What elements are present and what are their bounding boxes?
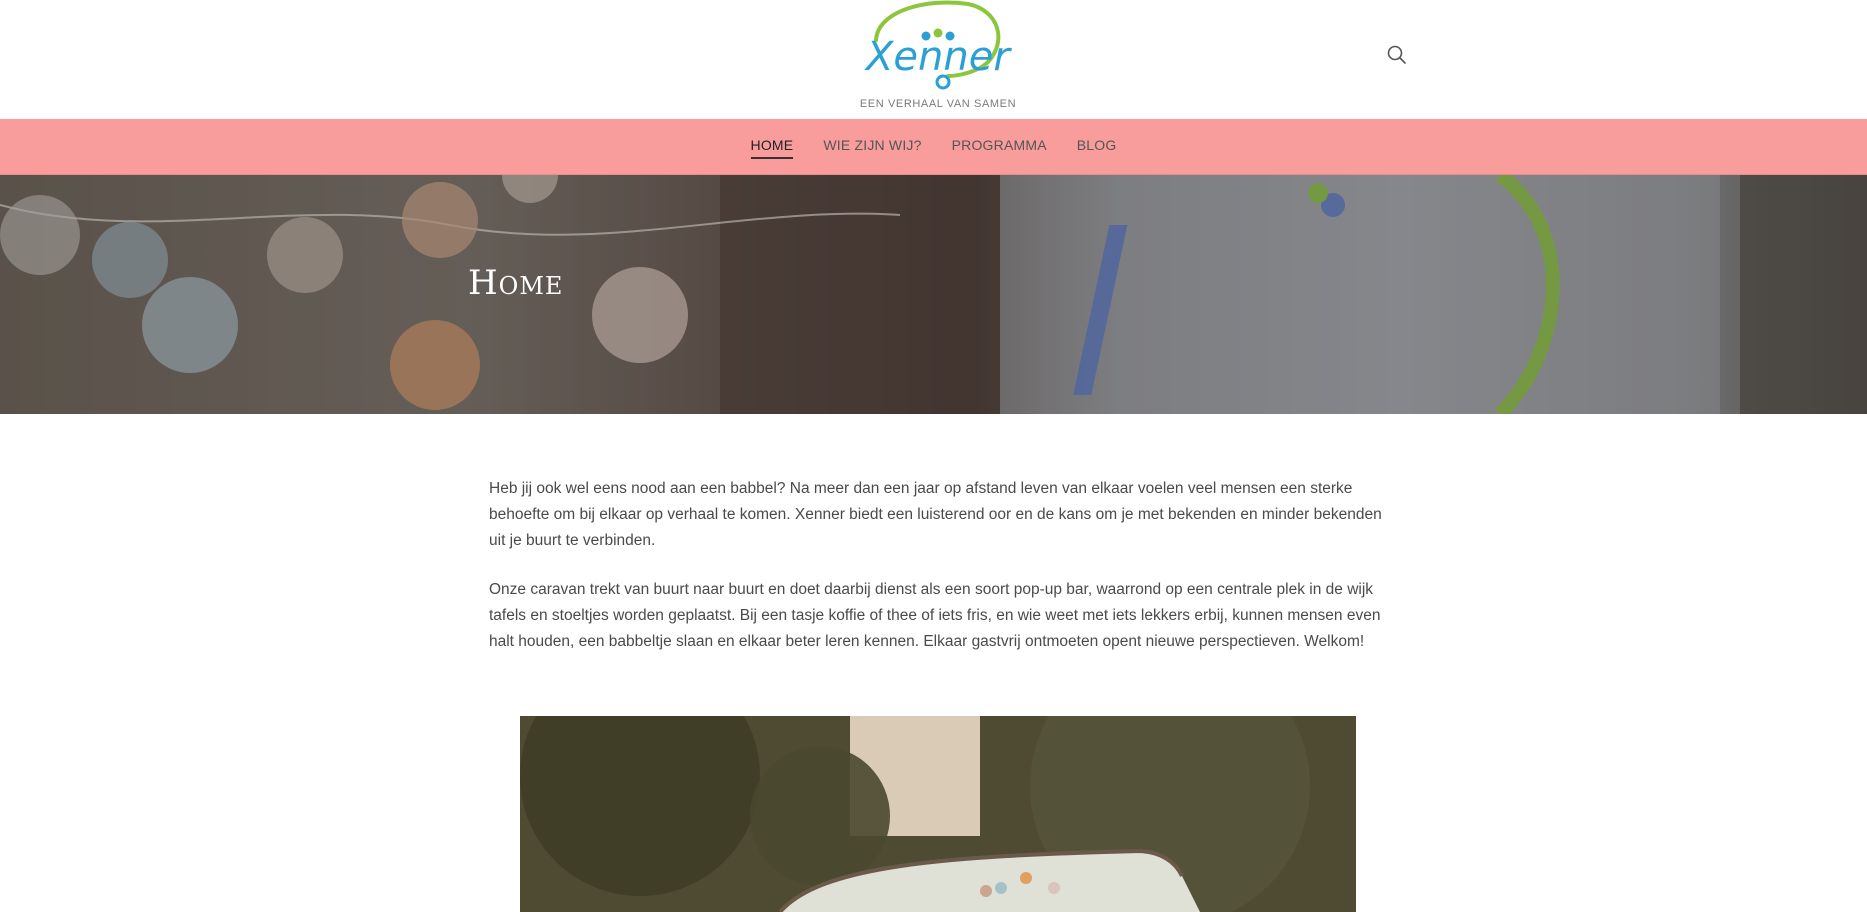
site-header: Xenner EEN VERHAAL VAN SAMEN (0, 0, 1867, 119)
nav-item-programma[interactable]: PROGRAMMA (952, 137, 1047, 159)
logo-tagline: EEN VERHAAL VAN SAMEN (859, 98, 1017, 110)
nav-item-wie-zijn-wij[interactable]: WIE ZIJN WIJ? (823, 137, 921, 159)
main-content: Heb jij ook wel eens nood aan een babbel… (489, 476, 1389, 678)
logo-wordmark: Xenner (864, 34, 1012, 80)
search-icon (1387, 45, 1406, 64)
nav-menu: HOME WIE ZIJN WIJ? PROGRAMMA BLOG (0, 137, 1867, 159)
nav-item-home[interactable]: HOME (750, 137, 794, 159)
hero-banner: Home (0, 175, 1867, 414)
caravan-photo (520, 716, 1356, 912)
nav-item-blog[interactable]: BLOG (1077, 137, 1117, 159)
caravan-photo-graphic (520, 716, 1356, 912)
hero-overlay (0, 175, 1867, 414)
search-button[interactable] (1385, 43, 1409, 67)
main-navigation: HOME WIE ZIJN WIJ? PROGRAMMA BLOG (0, 119, 1867, 175)
intro-paragraph-1: Heb jij ook wel eens nood aan een babbel… (489, 480, 1382, 549)
intro-paragraph-2: Onze caravan trekt van buurt naar buurt … (489, 581, 1381, 650)
site-logo[interactable]: Xenner EEN VERHAAL VAN SAMEN (858, 0, 1018, 119)
page-title: Home (468, 263, 564, 303)
logo-graphic: Xenner (864, 0, 1012, 90)
